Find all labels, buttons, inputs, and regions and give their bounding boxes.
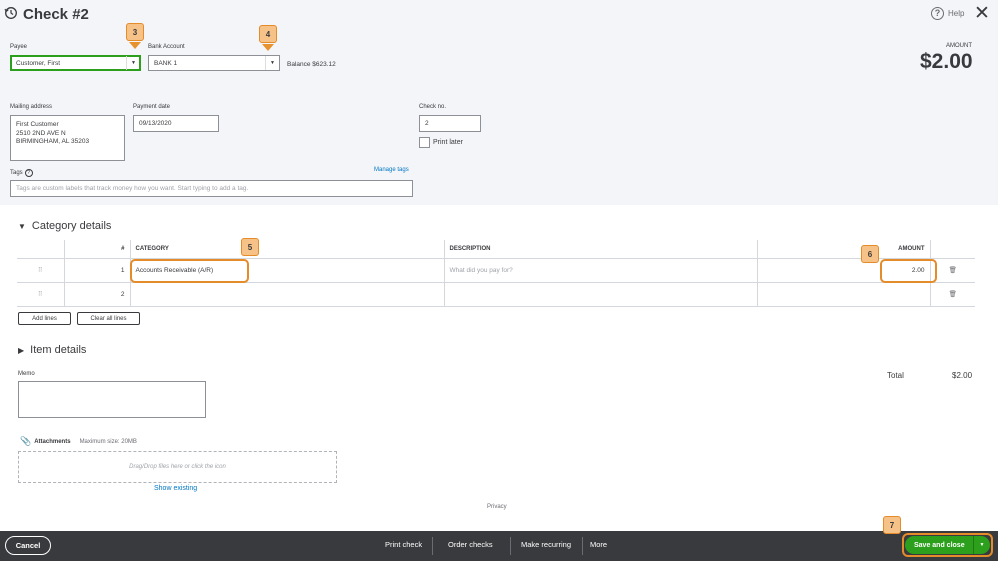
more-button[interactable]: More (590, 540, 607, 549)
trash-icon[interactable]: 🗑 (929, 282, 975, 307)
amount-label: AMOUNT (946, 43, 972, 49)
tags-label-wrap: Tags ? (10, 169, 33, 177)
description-header: DESCRIPTION (443, 240, 757, 259)
tags-placeholder: Tags are custom labels that track money … (16, 185, 249, 192)
num-header: # (63, 240, 130, 259)
description-placeholder: What did you pay for? (449, 266, 513, 274)
bank-account-label: Bank Account (148, 44, 185, 50)
mailing-address-field[interactable]: First Customer 2510 2ND AVE N BIRMINGHAM… (10, 115, 125, 161)
total-label: Total (887, 371, 904, 380)
total-value: $2.00 (952, 371, 973, 380)
order-checks-button[interactable]: Order checks (448, 540, 493, 549)
page-title: Check #2 (23, 6, 89, 23)
table-row[interactable]: ⠿ 2 🗑 (17, 282, 975, 307)
caret-right-icon: ▶ (18, 345, 25, 355)
print-check-button[interactable]: Print check (385, 540, 422, 549)
row-number: 2 (63, 282, 130, 307)
callout-badge: 5 (241, 238, 259, 256)
bank-dropdown-icon[interactable]: ▼ (265, 56, 279, 70)
memo-label: Memo (18, 371, 35, 377)
memo-textarea[interactable] (18, 381, 206, 418)
payee-label: Payee (10, 44, 28, 50)
save-and-close-button[interactable]: Save and close ▼ (905, 536, 990, 554)
description-cell[interactable] (443, 282, 757, 307)
history-clock-icon[interactable] (4, 6, 18, 20)
header-band (0, 0, 998, 205)
handle-header (17, 240, 64, 259)
attachment-dropzone[interactable]: Drag/Drop files here or click the icon (18, 451, 337, 483)
balance-text: Balance $623.12 (287, 61, 336, 68)
address-line: 2510 2ND AVE N (16, 129, 66, 137)
highlight-ring (880, 259, 937, 283)
caret-down-icon: ▼ (18, 221, 26, 231)
chevron-down-icon[interactable]: ▼ (973, 536, 990, 554)
print-later-label: Print later (433, 139, 463, 146)
tags-label: Tags (10, 170, 23, 176)
item-details-title: Item details (30, 344, 87, 356)
address-line: BIRMINGHAM, AL 35203 (16, 138, 90, 145)
show-existing-link[interactable]: Show existing (154, 485, 197, 492)
payment-date-field[interactable]: 09/13/2020 (133, 115, 219, 132)
payee-value: Customer, First (16, 59, 61, 67)
divider (432, 537, 433, 555)
item-details-toggle[interactable]: ▶ Item details (18, 344, 86, 356)
tags-input[interactable]: Tags are custom labels that track money … (10, 180, 413, 197)
add-lines-button[interactable]: Add lines (18, 312, 71, 325)
attachments-label: Attachments (34, 438, 71, 445)
category-details-title: Category details (31, 220, 112, 232)
category-header: CATEGORY (129, 240, 444, 259)
paperclip-icon: 📎 (20, 436, 32, 446)
action-header (929, 240, 975, 259)
clear-all-lines-button[interactable]: Clear all lines (77, 312, 140, 325)
check-no-label: Check no. (419, 104, 447, 110)
bank-account-select[interactable]: BANK 1 ▼ (148, 55, 280, 71)
help-label: Help (948, 9, 965, 18)
amount-total: $2.00 (920, 50, 973, 73)
privacy-link[interactable]: Privacy (487, 504, 507, 510)
address-line: First Customer (16, 121, 59, 128)
manage-tags-link[interactable]: Manage tags (374, 167, 409, 173)
callout-badge: 4 (259, 25, 277, 43)
category-details-toggle[interactable]: ▼ Category details (18, 220, 111, 232)
max-size-text: Maximum size: 20MB (79, 438, 137, 445)
help-button[interactable]: ? Help (931, 7, 964, 20)
cancel-button[interactable]: Cancel (5, 536, 51, 555)
close-icon[interactable]: ✕ (974, 4, 990, 23)
payment-date-value: 09/13/2020 (139, 120, 172, 127)
info-icon[interactable]: ? (24, 169, 33, 177)
description-cell[interactable]: What did you pay for? (443, 258, 757, 283)
callout-badge: 3 (126, 23, 144, 41)
divider (582, 537, 583, 555)
arrow-down-icon (262, 44, 274, 51)
check-no-value: 2 (425, 120, 429, 127)
print-later-checkbox[interactable] (419, 137, 430, 148)
question-icon: ? (931, 7, 944, 20)
table-header-row: # CATEGORY DESCRIPTION AMOUNT (17, 240, 975, 259)
amount-header: AMOUNT (756, 240, 930, 259)
payee-select[interactable]: Customer, First ▼ (10, 55, 141, 71)
amount-cell[interactable] (756, 282, 930, 307)
row-number: 1 (63, 258, 130, 283)
divider (510, 537, 511, 555)
bank-account-value: BANK 1 (154, 59, 178, 67)
drag-handle-icon[interactable]: ⠿ (17, 258, 64, 283)
payee-dropdown-icon[interactable]: ▼ (126, 56, 140, 70)
mailing-address-label: Mailing address (10, 104, 53, 110)
attachments-header: 📎 Attachments Maximum size: 20MB (20, 436, 137, 447)
drag-handle-icon[interactable]: ⠿ (17, 282, 64, 307)
footer-bar: Cancel Print check Order checks Make rec… (0, 531, 998, 561)
category-cell[interactable] (129, 282, 444, 307)
callout-badge: 6 (861, 245, 879, 263)
arrow-down-icon (129, 42, 141, 49)
payment-date-label: Payment date (133, 104, 171, 110)
callout-badge: 7 (883, 516, 901, 534)
check-no-field[interactable]: 2 (419, 115, 481, 132)
save-and-close-label: Save and close (914, 541, 965, 549)
make-recurring-button[interactable]: Make recurring (521, 540, 571, 549)
highlight-ring (130, 259, 249, 283)
